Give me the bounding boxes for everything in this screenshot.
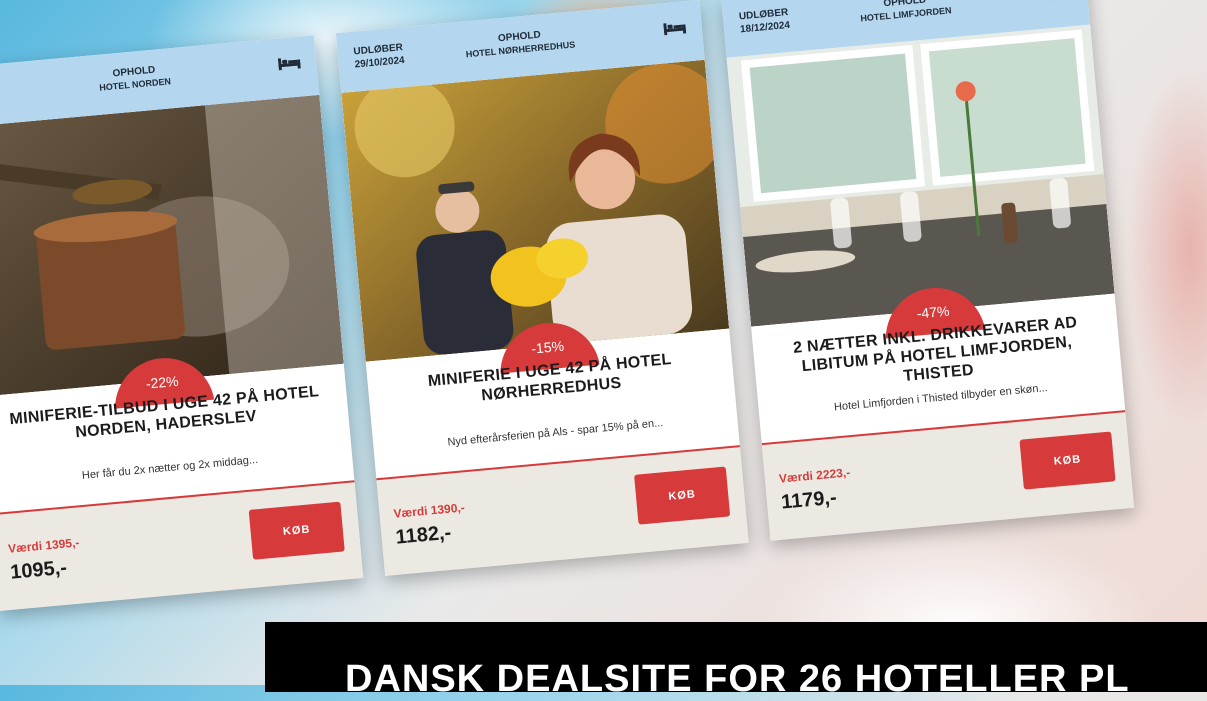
original-value: Værdi 1390,- [393, 500, 465, 520]
headline-banner: DANSK DEALSITE FOR 26 HOTELLER PL [265, 622, 1207, 692]
bed-icon [663, 21, 686, 35]
original-value: Værdi 1395,- [8, 535, 80, 555]
buy-button[interactable]: KØB [634, 467, 730, 525]
bed-icon [278, 56, 301, 70]
deal-teaser: Nyd efterårsferien på Als - spar 15% på … [387, 412, 724, 454]
deal-price: 1182,- [395, 522, 452, 550]
deal-card[interactable]: UDLØBER 18/12/2024 OPHOLD HOTEL LIMFJORD… [721, 0, 1134, 541]
headline-text: DANSK DEALSITE FOR 26 HOTELLER PL [345, 658, 1130, 701]
deal-image[interactable] [0, 95, 344, 397]
deal-card[interactable]: OPHOLD HOTEL NORDEN [0, 35, 363, 611]
buy-button[interactable]: KØB [249, 502, 345, 560]
deal-image[interactable] [727, 25, 1115, 327]
original-value: Værdi 2223,- [778, 465, 850, 485]
deal-image[interactable] [341, 60, 729, 362]
buy-button[interactable]: KØB [1019, 431, 1115, 489]
deal-teaser: Her får du 2x nætter og 2x middag... [2, 447, 339, 489]
deal-price: 1095,- [9, 557, 68, 585]
deal-price: 1179,- [780, 487, 837, 515]
deal-card[interactable]: UDLØBER 29/10/2024 OPHOLD HOTEL NØRHERRE… [336, 0, 749, 576]
